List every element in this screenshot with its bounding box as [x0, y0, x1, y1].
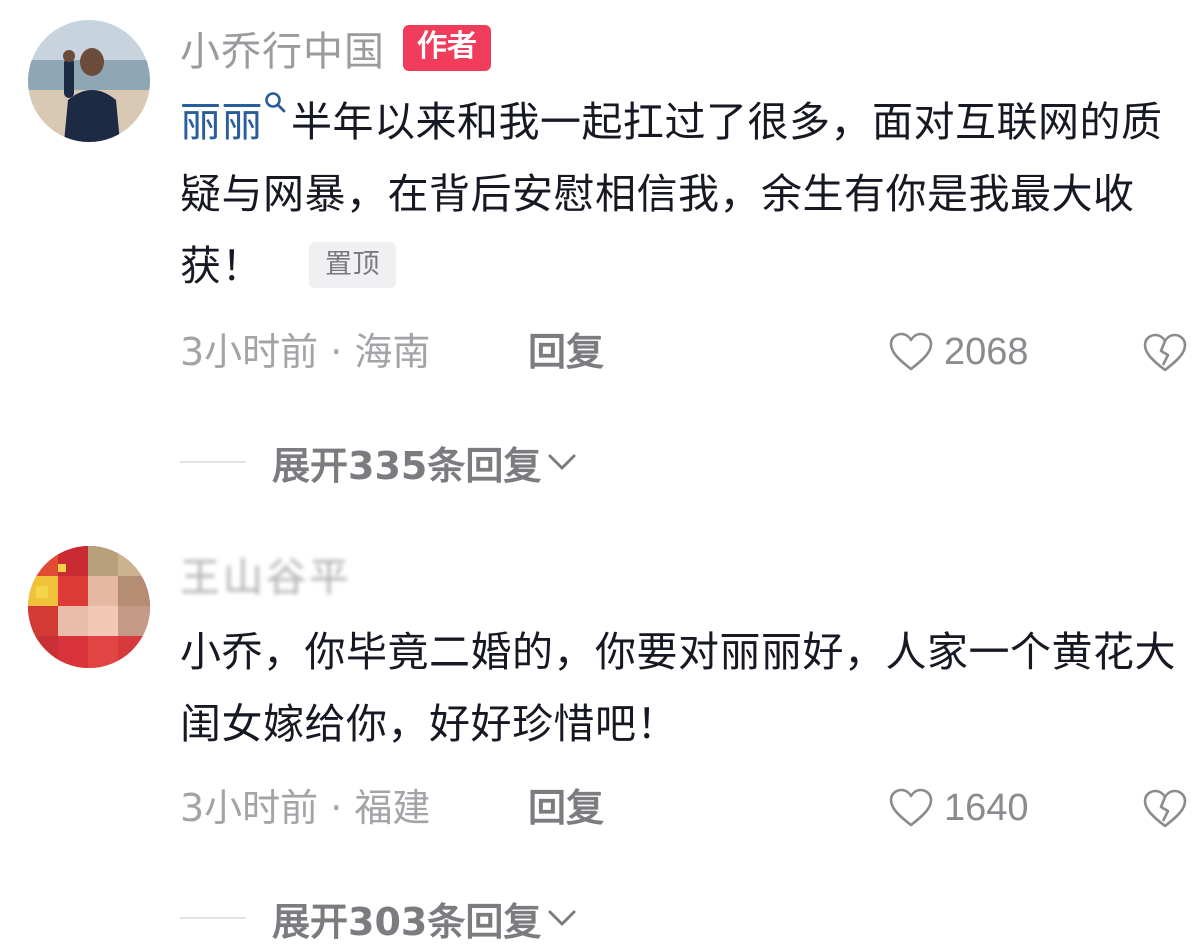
time-location: 3小时前 · 海南: [180, 330, 431, 374]
author-badge: 作者: [403, 25, 491, 71]
meta-row: 3小时前 · 福建 回复 1640: [180, 778, 1187, 838]
broken-heart-icon[interactable]: [1142, 332, 1188, 374]
mention-link[interactable]: 丽丽: [180, 98, 263, 146]
avatar[interactable]: [28, 546, 150, 668]
comment-body: 王山谷平 小乔，你毕竟二婚的，你要对丽丽好，人家一个黄花大闺女嫁给你，好好珍惜吧…: [180, 545, 1187, 838]
like-count: 1640: [944, 786, 1029, 829]
heart-icon: [889, 332, 933, 371]
divider-line: [180, 461, 246, 463]
like-count: 2068: [944, 330, 1029, 373]
search-icon: [265, 92, 286, 113]
broken-heart-icon[interactable]: [1142, 788, 1188, 830]
name-row: 王山谷平: [180, 545, 1180, 603]
comment-text: 丽丽 半年以来和我一起扛过了很多，面对互联网的质疑与网暴，在背后安慰相信我，余生有…: [180, 86, 1180, 302]
like-button[interactable]: 1640: [888, 778, 1029, 838]
name-row: 小乔行中国 作者: [180, 19, 1180, 77]
divider-line: [180, 917, 246, 919]
expand-replies-label: 展开303条回复: [272, 899, 542, 944]
comment-body: 小乔行中国 作者 丽丽 半年以来和我一起扛过了很多，面对互联网的质疑与网暴，在背后…: [180, 19, 1187, 382]
username[interactable]: 小乔行中国: [180, 19, 385, 77]
heart-icon: [889, 788, 933, 827]
meta-row: 3小时前 · 海南 回复 2068: [180, 322, 1187, 382]
chevron-down-icon: [548, 454, 576, 470]
username[interactable]: 王山谷平: [180, 545, 352, 603]
chevron-down-icon: [548, 910, 576, 926]
time-location: 3小时前 · 福建: [180, 786, 431, 830]
reply-button[interactable]: 回复: [528, 322, 604, 382]
avatar[interactable]: [28, 20, 150, 142]
expand-replies-button[interactable]: 展开335条回复: [180, 432, 577, 492]
expand-replies-label: 展开335条回复: [272, 443, 542, 488]
reply-button[interactable]: 回复: [528, 778, 604, 838]
pinned-badge: 置顶: [309, 242, 396, 288]
like-button[interactable]: 2068: [888, 322, 1029, 382]
expand-replies-button[interactable]: 展开303条回复: [180, 888, 577, 948]
comment-content: 小乔，你毕竟二婚的，你要对丽丽好，人家一个黄花大闺女嫁给你，好好珍惜吧！: [180, 628, 1176, 748]
comment-text: 小乔，你毕竟二婚的，你要对丽丽好，人家一个黄花大闺女嫁给你，好好珍惜吧！: [180, 616, 1180, 760]
